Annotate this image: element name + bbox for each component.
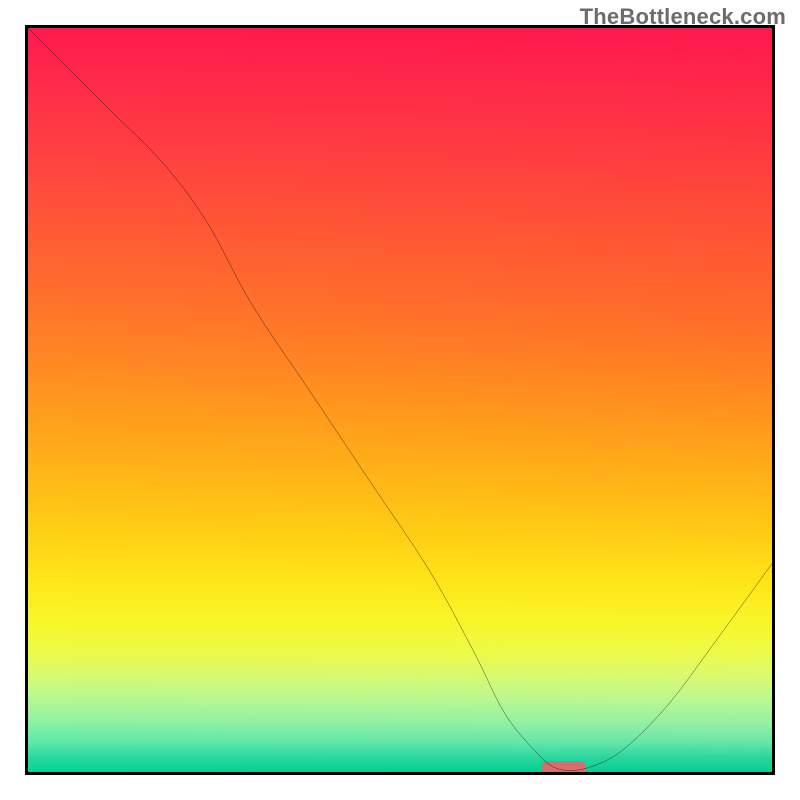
plot-area: [25, 25, 775, 775]
bottleneck-curve: [28, 28, 772, 772]
watermark-text: TheBottleneck.com: [580, 4, 786, 30]
chart-stage: TheBottleneck.com: [0, 0, 800, 800]
curve-path: [28, 28, 772, 771]
